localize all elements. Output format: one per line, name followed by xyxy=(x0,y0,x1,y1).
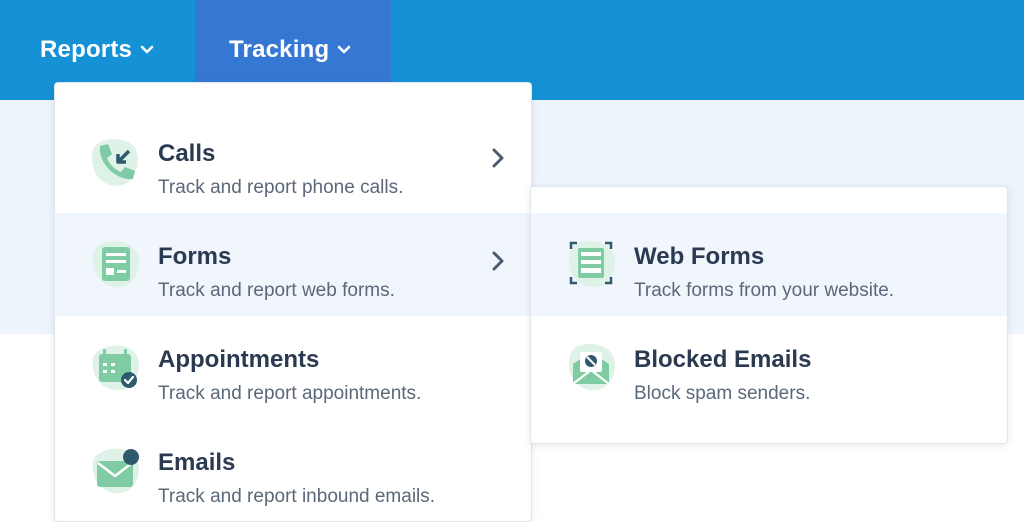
menu-item-description: Track and report web forms. xyxy=(158,280,395,301)
menu-item-title: Emails xyxy=(158,449,236,476)
tracking-dropdown-menu: Calls Track and report phone calls. Form… xyxy=(54,82,532,522)
menu-item-title: Appointments xyxy=(158,346,320,373)
chevron-right-icon xyxy=(489,250,507,272)
chevron-down-icon xyxy=(337,45,351,55)
submenu-item-blocked-emails[interactable]: Blocked Emails Block spam senders. xyxy=(531,316,1007,419)
menu-item-description: Track and report appointments. xyxy=(158,383,422,404)
submenu-item-description: Block spam senders. xyxy=(634,383,811,404)
nav-tracking-label: Tracking xyxy=(229,36,330,63)
phone-call-icon xyxy=(89,134,145,190)
menu-item-description: Track and report phone calls. xyxy=(158,177,404,198)
chevron-right-icon xyxy=(489,147,507,169)
submenu-item-title: Web Forms xyxy=(634,243,765,270)
calendar-icon xyxy=(89,340,145,396)
forms-submenu: Web Forms Track forms from your website.… xyxy=(530,186,1008,444)
submenu-item-web-forms[interactable]: Web Forms Track forms from your website. xyxy=(531,213,1007,316)
web-form-icon xyxy=(565,237,621,293)
submenu-item-description: Track forms from your website. xyxy=(634,280,895,301)
menu-item-title: Calls xyxy=(158,140,216,167)
form-icon xyxy=(89,237,145,293)
nav-reports-label: Reports xyxy=(40,36,133,63)
menu-item-forms[interactable]: Forms Track and report web forms. xyxy=(55,213,531,316)
menu-item-description: Track and report inbound emails. xyxy=(158,486,436,507)
menu-item-title: Forms xyxy=(158,243,232,270)
submenu-item-title: Blocked Emails xyxy=(634,346,812,373)
chevron-down-icon xyxy=(140,45,154,55)
menu-item-calls[interactable]: Calls Track and report phone calls. xyxy=(55,110,531,213)
menu-item-emails[interactable]: Emails Track and report inbound emails. xyxy=(55,419,531,522)
email-icon xyxy=(89,443,145,499)
blocked-email-icon xyxy=(565,340,621,396)
menu-item-appointments[interactable]: Appointments Track and report appointmen… xyxy=(55,316,531,419)
